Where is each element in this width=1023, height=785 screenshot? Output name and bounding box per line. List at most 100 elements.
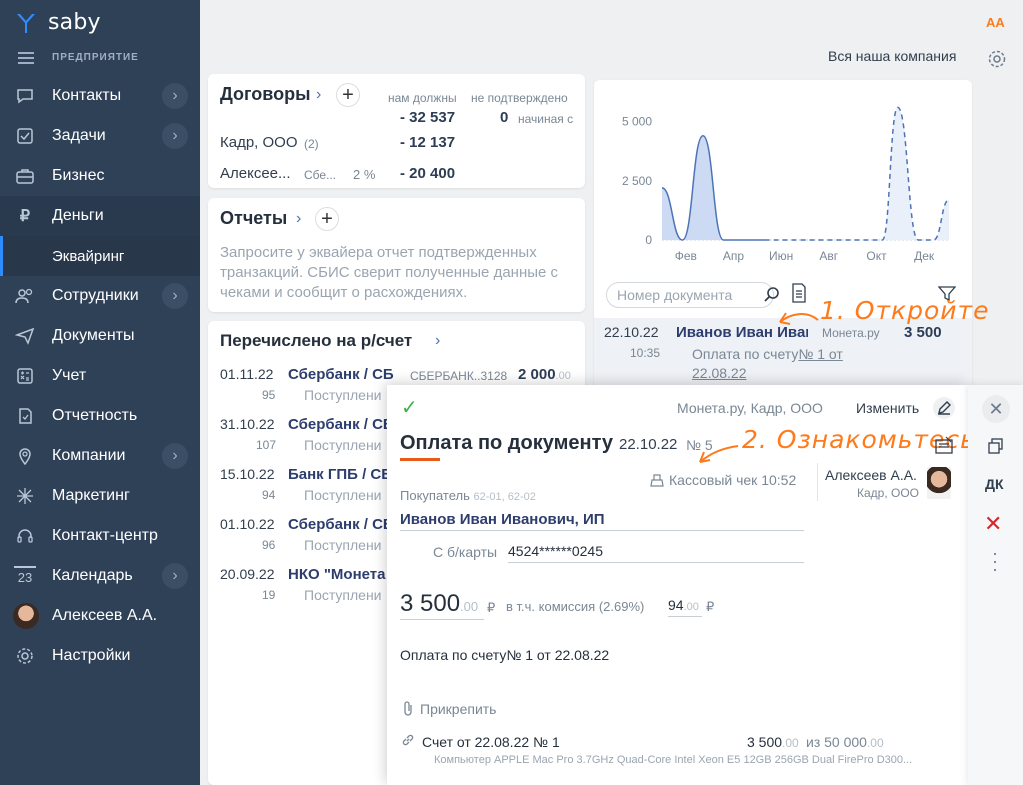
pencil-icon[interactable]: [933, 397, 955, 419]
paperclip-icon[interactable]: [402, 700, 414, 721]
search-input[interactable]: Номер документа: [606, 282, 779, 308]
sidebar-item-companies[interactable]: Компании ›: [0, 436, 200, 476]
amount-field[interactable]: 3 500.00: [400, 590, 484, 620]
transfer-name[interactable]: НКО "Монета: [288, 566, 386, 583]
sidebar-item-contacts[interactable]: Контакты ›: [0, 76, 200, 116]
divider: [817, 463, 818, 501]
sidebar-item-business[interactable]: Бизнес: [0, 156, 200, 196]
delete-icon[interactable]: ✕: [984, 511, 1002, 537]
check-icon[interactable]: ✓: [401, 395, 418, 420]
chevron-right-icon[interactable]: ›: [162, 83, 188, 109]
transfers-title[interactable]: Перечислено на р/счет: [220, 331, 412, 351]
ruble-icon: ₽: [19, 208, 31, 225]
gear-icon[interactable]: [987, 49, 1007, 69]
receipt-link[interactable]: Кассовый чек 10:52: [669, 472, 796, 488]
more-icon[interactable]: · · ·: [992, 544, 1000, 578]
transfer-date: 15.10.22: [220, 466, 275, 482]
contracts-title[interactable]: Договоры: [220, 84, 310, 105]
sidebar-item-label: Деньги: [52, 207, 104, 224]
chevron-right-icon[interactable]: ›: [162, 123, 188, 149]
transfer-date: 31.10.22: [220, 416, 275, 432]
menu-icon[interactable]: [18, 52, 34, 67]
row-sum: 3 500: [904, 324, 942, 341]
chart-card: 5 000 2 500 0 Фев Апр Июн Авг Окт Дек Номер доку…: [594, 80, 972, 400]
chevron-right-icon[interactable]: ›: [435, 332, 440, 350]
org-name[interactable]: ПРЕДПРИЯТИЕ: [52, 52, 139, 63]
logo-text: saby: [48, 10, 101, 35]
sidebar-item-acquiring[interactable]: Эквайринг: [0, 236, 200, 276]
row-date: 22.10.22: [604, 324, 659, 340]
print-document-icon[interactable]: [933, 434, 955, 461]
chat-icon: [14, 86, 36, 106]
document-list-icon[interactable]: [790, 282, 808, 309]
copy-icon[interactable]: [987, 437, 1005, 460]
saby-logo-icon: [17, 13, 35, 33]
buyer-field[interactable]: Иванов Иван Иванович, ИП: [400, 511, 804, 531]
transfer-desc: Поступлени: [304, 437, 382, 453]
contract-row-count: (2): [304, 137, 319, 151]
transfer-account: СБЕРБАНК..3128: [410, 369, 508, 383]
sidebar-item-documents[interactable]: Документы: [0, 316, 200, 356]
edit-button[interactable]: Изменить: [856, 400, 919, 416]
dk-button[interactable]: ДК: [985, 476, 1004, 492]
sidebar-nav: Контакты › Задачи › Бизнес ₽ Деньги Эква…: [0, 76, 200, 676]
invoice-sum-cents: .00: [782, 736, 799, 750]
sidebar-item-marketing[interactable]: Маркетинг: [0, 476, 200, 516]
chevron-right-icon[interactable]: ›: [162, 443, 188, 469]
sidebar-item-label: Сотрудники: [52, 287, 139, 304]
chevron-right-icon[interactable]: ›: [316, 86, 321, 104]
chevron-right-icon[interactable]: ›: [162, 563, 188, 589]
transfer-name[interactable]: Сбербанк / СБ: [288, 416, 394, 433]
sidebar-item-accounting[interactable]: Учет: [0, 356, 200, 396]
contract-row-value: - 20 400: [400, 165, 456, 182]
sidebar-item-money[interactable]: ₽ Деньги: [0, 196, 200, 236]
fee-value: 94: [668, 597, 684, 613]
search-placeholder: Номер документа: [617, 287, 733, 303]
arrow-annotation-icon: [699, 445, 739, 463]
sidebar-item-label: Документы: [52, 327, 135, 344]
sidebar-item-reporting[interactable]: Отчетность: [0, 396, 200, 436]
avatar: [927, 467, 951, 499]
sidebar-item-settings[interactable]: Настройки: [0, 636, 200, 676]
company-selector[interactable]: Вся наша компания: [828, 48, 956, 64]
transfer-date: 01.10.22: [220, 516, 275, 532]
chevron-right-icon[interactable]: ›: [296, 210, 301, 228]
payment-purpose[interactable]: Оплата по счету№ 1 от 22.08.22: [400, 647, 609, 663]
contract-row-value: - 12 137: [400, 134, 456, 151]
calculator-icon: [14, 366, 36, 386]
add-report-button[interactable]: +: [315, 207, 339, 231]
invoice-link[interactable]: Счет от 22.08.22 № 1: [422, 734, 560, 750]
transfer-name[interactable]: Сбербанк / СБ: [288, 516, 394, 533]
card-field[interactable]: 4524******0245: [508, 543, 804, 563]
sidebar-item-employees[interactable]: Сотрудники ›: [0, 276, 200, 316]
payments-chart: 5 000 2 500 0 Фев Апр Июн Авг Окт Дек: [622, 106, 950, 263]
transfer-name[interactable]: Сбербанк / СБ: [288, 366, 394, 383]
sidebar-item-tasks[interactable]: Задачи ›: [0, 116, 200, 156]
close-icon[interactable]: ✕: [982, 395, 1010, 423]
reports-title[interactable]: Отчеты: [220, 208, 287, 229]
series-area: [764, 107, 949, 240]
contract-row-pct: 2 %: [353, 167, 376, 182]
sidebar-item-contact-center[interactable]: Контакт-центр: [0, 516, 200, 556]
dialog-source: Монета.ру, Кадр, ООО: [677, 400, 823, 416]
sidebar-item-label: Календарь: [52, 567, 133, 584]
buyer-codes: 62-01, 62-02: [473, 491, 536, 503]
employee-name[interactable]: Алексеев А.А.: [825, 467, 917, 483]
sidebar-item-calendar[interactable]: 23 Календарь ›: [0, 556, 200, 596]
contract-row-name[interactable]: Алексее...: [220, 165, 291, 182]
logo[interactable]: saby: [14, 10, 101, 35]
transfer-number: 95: [262, 388, 276, 402]
contract-row-name[interactable]: Кадр, ООО: [220, 134, 298, 151]
chevron-right-icon[interactable]: ›: [162, 283, 188, 309]
x-tick-label: Июн: [769, 249, 793, 263]
invoice-total-value: из 50 000: [806, 734, 867, 750]
transfer-number: 96: [262, 538, 276, 552]
transfer-name[interactable]: Банк ГПБ / СБ: [288, 466, 392, 483]
font-size-toggle[interactable]: AA: [986, 15, 1005, 30]
fee-field[interactable]: 94.00: [668, 597, 702, 617]
contract-row-bank: Сбе...: [304, 168, 337, 182]
add-contract-button[interactable]: +: [336, 83, 360, 107]
sidebar-item-profile[interactable]: Алексеев А.А.: [0, 596, 200, 636]
sidebar-item-label: Учет: [52, 367, 87, 384]
attach-button[interactable]: Прикрепить: [420, 701, 496, 717]
